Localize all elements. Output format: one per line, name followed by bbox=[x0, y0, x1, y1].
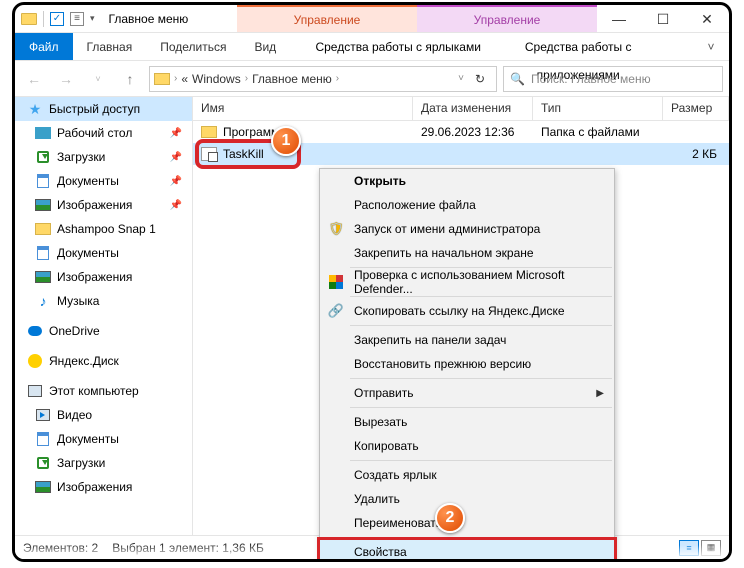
documents-icon bbox=[37, 174, 49, 188]
menu-defender-scan[interactable]: Проверка с использованием Microsoft Defe… bbox=[320, 270, 614, 294]
menu-yandex-link[interactable]: 🔗Скопировать ссылку на Яндекс.Диске bbox=[320, 299, 614, 323]
documents-icon bbox=[37, 246, 49, 260]
menu-copy[interactable]: Копировать bbox=[320, 434, 614, 458]
menu-run-admin[interactable]: 🛡Запуск от имени администратора bbox=[320, 217, 614, 241]
menu-cut[interactable]: Вырезать bbox=[320, 410, 614, 434]
menu-restore-version[interactable]: Восстановить прежнюю версию bbox=[320, 352, 614, 376]
explorer-window: ✓ ≡ ▾ Главное меню Управление Управление… bbox=[12, 2, 732, 562]
close-button[interactable]: ✕ bbox=[685, 5, 729, 33]
link-icon: 🔗 bbox=[328, 303, 344, 319]
tab-share[interactable]: Поделиться bbox=[146, 33, 240, 60]
music-icon: ♪ bbox=[35, 294, 51, 308]
documents-icon bbox=[37, 432, 49, 446]
menu-send-to[interactable]: Отправить▶ bbox=[320, 381, 614, 405]
address-bar[interactable]: › « Windows › Главное меню › ˅ ↻ bbox=[149, 66, 497, 92]
contextual-tab-shortcut-tools[interactable]: Управление bbox=[237, 5, 417, 32]
navigation-bar: ← → ˅ ↑ › « Windows › Главное меню › ˅ ↻… bbox=[15, 61, 729, 97]
downloads-icon bbox=[37, 151, 49, 163]
forward-button[interactable]: → bbox=[53, 66, 79, 92]
tab-home[interactable]: Главная bbox=[73, 33, 147, 60]
up-button[interactable]: ↑ bbox=[117, 66, 143, 92]
pictures-icon bbox=[35, 481, 51, 493]
sidebar-item-documents-2[interactable]: Документы bbox=[15, 241, 192, 265]
sidebar-item-desktop[interactable]: Рабочий стол📌 bbox=[15, 121, 192, 145]
tab-app-tools[interactable]: Средства работы с приложениями bbox=[488, 33, 668, 60]
tab-file[interactable]: Файл bbox=[15, 33, 73, 60]
pc-icon bbox=[28, 385, 42, 397]
sidebar-item-ashampoo[interactable]: Ashampoo Snap 1 bbox=[15, 217, 192, 241]
back-button[interactable]: ← bbox=[21, 66, 47, 92]
sidebar-item-onedrive[interactable]: OneDrive bbox=[15, 319, 192, 343]
sidebar-item-downloads-2[interactable]: Загрузки bbox=[15, 451, 192, 475]
maximize-button[interactable]: ☐ bbox=[641, 5, 685, 33]
column-headers[interactable]: Имя Дата изменения Тип Размер bbox=[193, 97, 729, 121]
sidebar-item-music[interactable]: ♪Музыка bbox=[15, 289, 192, 313]
pictures-icon bbox=[35, 271, 51, 283]
shortcut-icon bbox=[201, 147, 217, 161]
downloads-icon bbox=[37, 457, 49, 469]
qat-properties-icon[interactable]: ✓ bbox=[50, 12, 64, 26]
sidebar-item-quick-access[interactable]: ★Быстрый доступ bbox=[15, 97, 192, 121]
star-icon: ★ bbox=[27, 102, 43, 116]
desktop-icon bbox=[35, 127, 51, 139]
search-icon: 🔍 bbox=[510, 72, 525, 86]
tab-view[interactable]: Вид bbox=[240, 33, 290, 60]
context-menu: Открыть Расположение файла 🛡Запуск от им… bbox=[319, 168, 615, 562]
yandex-disk-icon bbox=[28, 354, 42, 368]
ribbon-expand-icon[interactable]: ˅ bbox=[693, 33, 729, 60]
window-title: Главное меню bbox=[109, 12, 189, 26]
column-date[interactable]: Дата изменения bbox=[413, 97, 533, 120]
chevron-right-icon: ▶ bbox=[596, 388, 604, 399]
menu-pin-taskbar[interactable]: Закрепить на панели задач bbox=[320, 328, 614, 352]
column-name[interactable]: Имя bbox=[193, 97, 413, 120]
titlebar: ✓ ≡ ▾ Главное меню Управление Управление… bbox=[15, 5, 729, 33]
annotation-badge-1: 1 bbox=[271, 126, 301, 156]
column-type[interactable]: Тип bbox=[533, 97, 663, 120]
sidebar-item-videos[interactable]: Видео bbox=[15, 403, 192, 427]
pin-icon: 📌 bbox=[170, 176, 182, 187]
pictures-icon bbox=[35, 199, 51, 211]
sidebar-item-yandex-disk[interactable]: Яндекс.Диск bbox=[15, 349, 192, 373]
shield-icon: 🛡 bbox=[328, 221, 344, 237]
qat-dropdown-icon[interactable]: ▾ bbox=[90, 13, 95, 24]
menu-rename[interactable]: Переименовать bbox=[320, 511, 614, 535]
sidebar-item-downloads[interactable]: Загрузки📌 bbox=[15, 145, 192, 169]
sidebar-item-documents[interactable]: Документы📌 bbox=[15, 169, 192, 193]
recent-dropdown[interactable]: ˅ bbox=[85, 66, 111, 92]
menu-create-shortcut[interactable]: Создать ярлык bbox=[320, 463, 614, 487]
pin-icon: 📌 bbox=[170, 200, 182, 211]
folder-icon bbox=[201, 126, 217, 138]
sidebar-item-pictures[interactable]: Изображения📌 bbox=[15, 193, 192, 217]
annotation-badge-2: 2 bbox=[435, 503, 465, 533]
column-size[interactable]: Размер bbox=[663, 97, 729, 120]
menu-pin-start[interactable]: Закрепить на начальном экране bbox=[320, 241, 614, 265]
sidebar-item-documents-3[interactable]: Документы bbox=[15, 427, 192, 451]
folder-icon bbox=[154, 73, 170, 85]
contextual-tab-app-tools[interactable]: Управление bbox=[417, 5, 597, 32]
sidebar-item-pictures-2[interactable]: Изображения bbox=[15, 265, 192, 289]
menu-delete[interactable]: Удалить bbox=[320, 487, 614, 511]
minimize-button[interactable]: — bbox=[597, 5, 641, 33]
pin-icon: 📌 bbox=[170, 152, 182, 163]
menu-properties[interactable]: Свойства bbox=[320, 540, 614, 562]
qat-newfolder-icon[interactable]: ≡ bbox=[70, 12, 84, 26]
tab-shortcut-tools[interactable]: Средства работы с ярлыками bbox=[308, 33, 488, 60]
onedrive-icon bbox=[28, 326, 42, 336]
sidebar-item-pictures-3[interactable]: Изображения bbox=[15, 475, 192, 499]
address-dropdown-icon[interactable]: ˅ bbox=[458, 73, 464, 84]
pin-icon: 📌 bbox=[170, 128, 182, 139]
menu-open[interactable]: Открыть bbox=[320, 169, 614, 193]
navigation-pane[interactable]: ★Быстрый доступ Рабочий стол📌 Загрузки📌 … bbox=[15, 97, 193, 535]
refresh-button[interactable]: ↻ bbox=[468, 72, 492, 86]
videos-icon bbox=[36, 409, 50, 421]
search-input[interactable]: 🔍 Поиск: Главное меню bbox=[503, 66, 723, 92]
folder-icon bbox=[35, 223, 51, 235]
ribbon-tabs: Файл Главная Поделиться Вид Средства раб… bbox=[15, 33, 729, 61]
app-icon bbox=[21, 13, 37, 25]
defender-icon bbox=[328, 274, 344, 290]
menu-file-location[interactable]: Расположение файла bbox=[320, 193, 614, 217]
sidebar-item-this-pc[interactable]: Этот компьютер bbox=[15, 379, 192, 403]
